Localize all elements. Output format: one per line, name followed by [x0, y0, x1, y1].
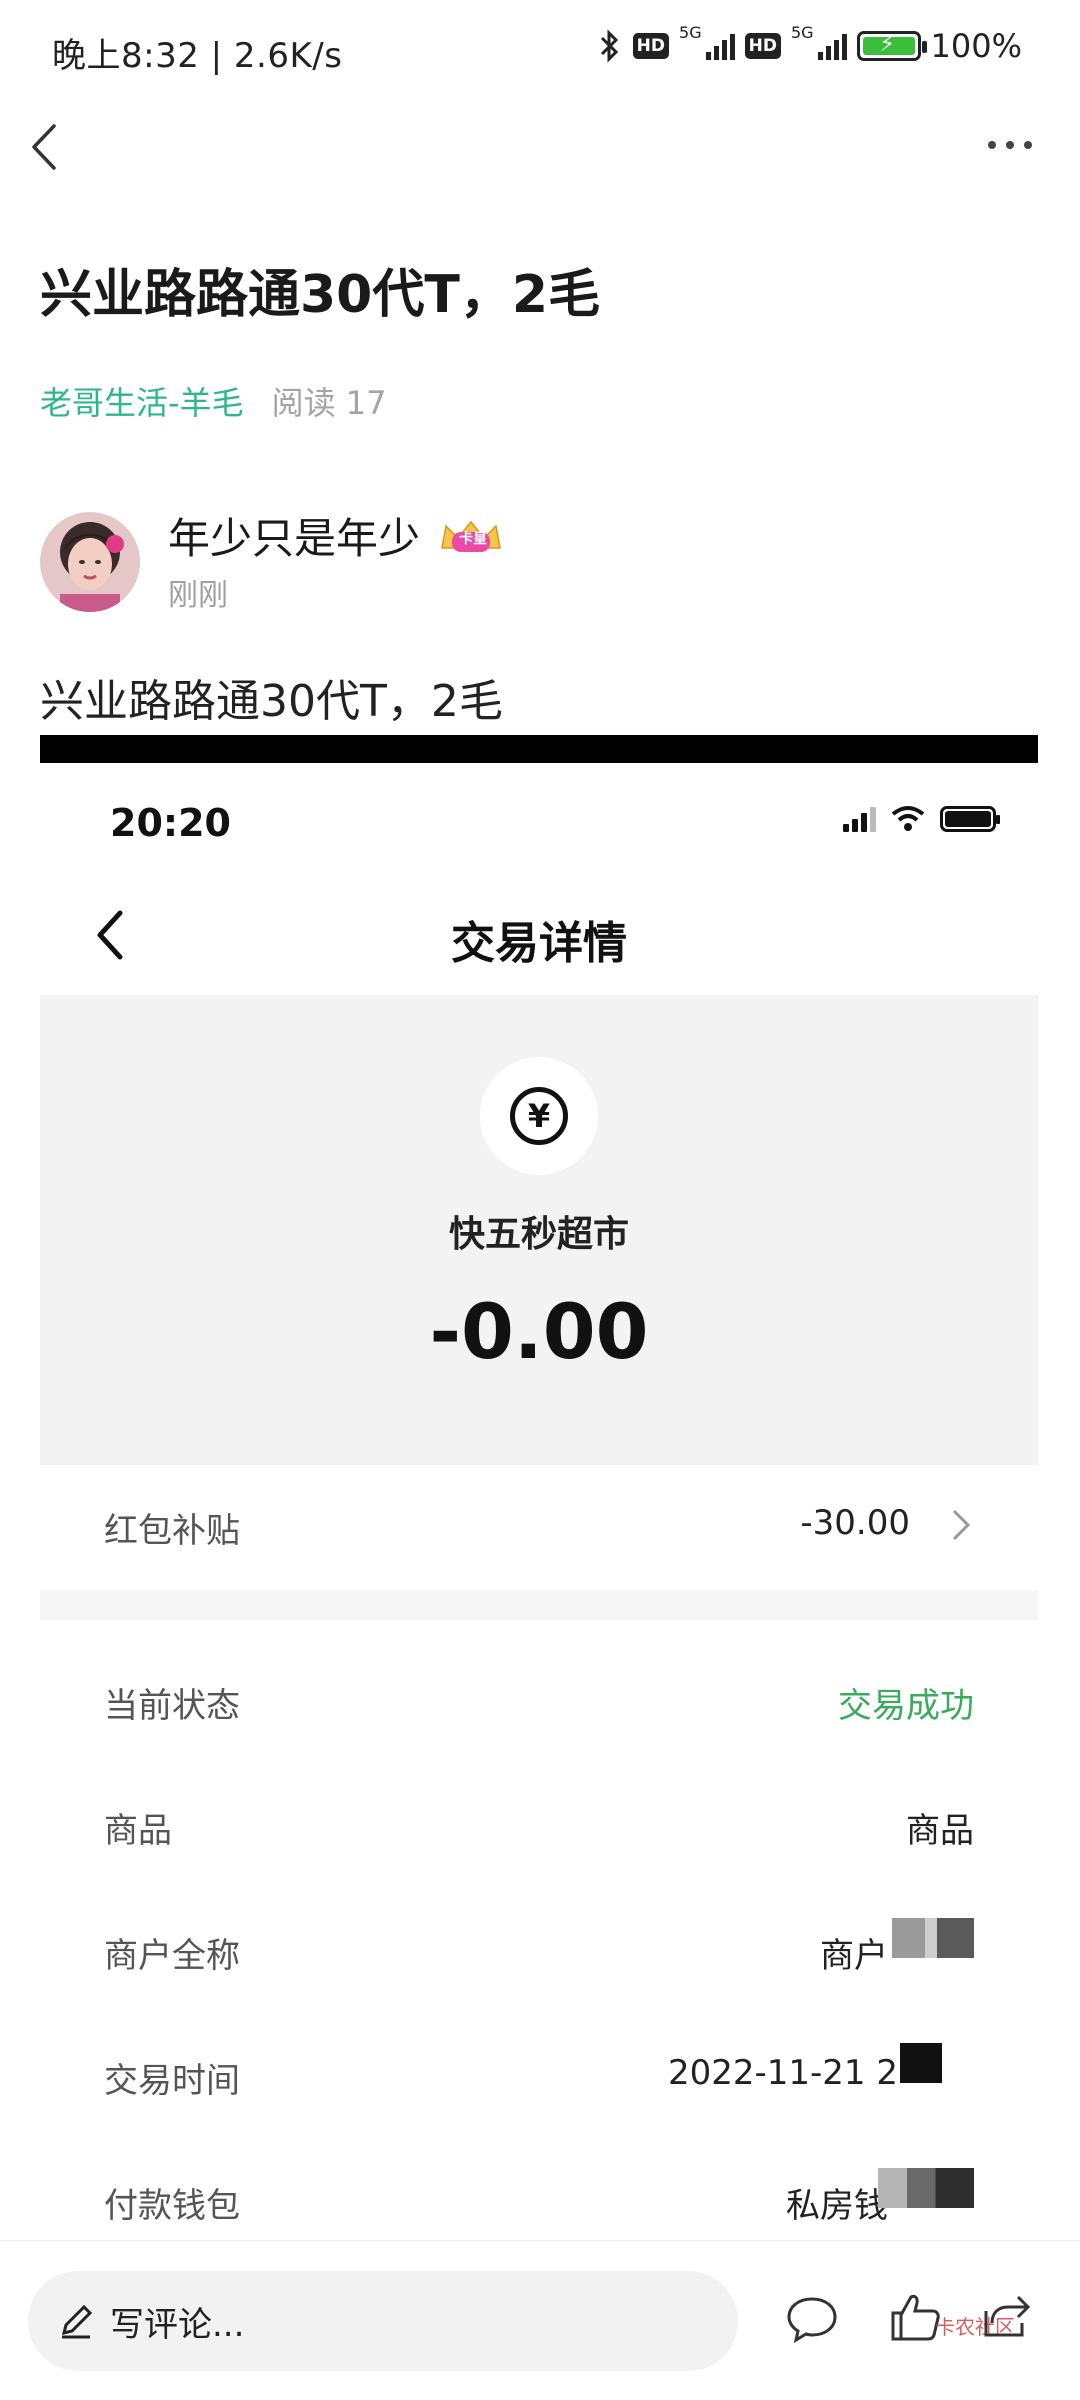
transaction-summary: ¥ 快五秒超市 -0.00	[40, 995, 1038, 1465]
5g-label: 5G	[679, 22, 702, 42]
subsidy-value: -30.00	[800, 1503, 910, 1543]
battery-icon: ⚡	[856, 31, 927, 61]
redaction-mosaic	[892, 1918, 974, 1958]
comment-bubble-icon[interactable]	[784, 2291, 840, 2347]
detail-value: 私房钱	[786, 2186, 888, 2226]
detail-value: 商品	[906, 1811, 974, 1851]
hd-icon: HD	[632, 33, 670, 59]
detail-label: 付款钱包	[104, 2186, 240, 2226]
attached-screenshot[interactable]: 20:20 交易详情 ¥ 快五秒超市 -0.00 红包补贴 -30.00 当前状…	[40, 735, 1038, 2235]
5g-label-2: 5G	[790, 22, 814, 42]
status-icons: HD 5G HD 5G ⚡ 100%	[597, 22, 1022, 68]
detail-row: 付款钱包 私房钱	[40, 2140, 1038, 2235]
transaction-amount: -0.00	[429, 1287, 649, 1376]
detail-row: 当前状态 交易成功	[40, 1640, 1038, 1760]
detail-label: 交易时间	[104, 2061, 240, 2101]
detail-label: 商品	[104, 1811, 172, 1851]
read-count: 阅读 17	[271, 384, 387, 422]
screenshot-status-icons	[843, 805, 1000, 833]
detail-row: 商户全称 商户	[40, 1890, 1038, 2010]
subsidy-row: 红包补贴 -30.00	[40, 1465, 1038, 1585]
hd-icon-2: HD	[744, 33, 781, 59]
yen-icon: ¥	[480, 1057, 598, 1175]
bluetooth-icon	[600, 29, 618, 63]
author-name[interactable]: 年少只是年少	[168, 505, 420, 566]
post-time: 刚刚	[168, 578, 228, 613]
status-bar: 晚上8:32 | 2.6K/s HD 5G HD 5G ⚡ 100%	[0, 0, 1080, 100]
back-arrow-icon[interactable]	[22, 112, 82, 182]
redaction-mosaic	[878, 2168, 974, 2208]
badge-text: 卡皇	[459, 530, 488, 547]
detail-value: 交易成功	[838, 1686, 974, 1726]
detail-value: 2022-11-21 2	[667, 2053, 898, 2093]
detail-value: 商户	[820, 1936, 888, 1976]
section-divider	[40, 1590, 1038, 1620]
detail-label: 商户全称	[104, 1936, 240, 1976]
screenshot-top-edge	[40, 735, 1038, 763]
signal-icon-2	[817, 32, 847, 60]
pencil-icon	[61, 2304, 93, 2339]
more-options-icon[interactable]	[980, 130, 1040, 160]
detail-label: 当前状态	[104, 1686, 240, 1726]
comment-placeholder: 写评论...	[110, 2304, 245, 2345]
screenshot-signal-icon	[843, 806, 876, 832]
chevron-right-icon	[952, 1509, 971, 1541]
battery-percent: 100%	[930, 27, 1022, 65]
screenshot-battery-icon	[940, 806, 1000, 832]
crown-badge-icon: 卡皇	[438, 517, 504, 555]
wifi-icon	[891, 806, 925, 831]
author-name-row[interactable]: 年少只是年少 卡皇	[168, 505, 504, 566]
bottom-action-bar: 写评论... 卡农社区	[0, 2240, 1080, 2400]
merchant-name: 快五秒超市	[448, 1214, 629, 1255]
detail-row: 商品 商品	[40, 1765, 1038, 1885]
detail-row: 交易时间 2022-11-21 2	[40, 2015, 1038, 2135]
post-title: 兴业路路通30代T，2毛	[40, 265, 601, 325]
post-meta: 老哥生活-羊毛 阅读 17	[40, 378, 386, 424]
category-link[interactable]: 老哥生活-羊毛	[40, 384, 244, 422]
post-body: 兴业路路通30代T，2毛	[40, 676, 503, 727]
screenshot-page-title: 交易详情	[451, 918, 627, 969]
signal-icon	[705, 32, 735, 60]
redaction-mosaic	[900, 2043, 942, 2083]
author-avatar[interactable]	[40, 512, 140, 612]
comment-input[interactable]: 写评论...	[28, 2271, 738, 2371]
screenshot-time: 20:20	[110, 801, 231, 845]
subsidy-label: 红包补贴	[104, 1511, 240, 1551]
share-icon[interactable]	[978, 2287, 1034, 2343]
status-time-speed: 晚上8:32 | 2.6K/s	[52, 36, 343, 76]
